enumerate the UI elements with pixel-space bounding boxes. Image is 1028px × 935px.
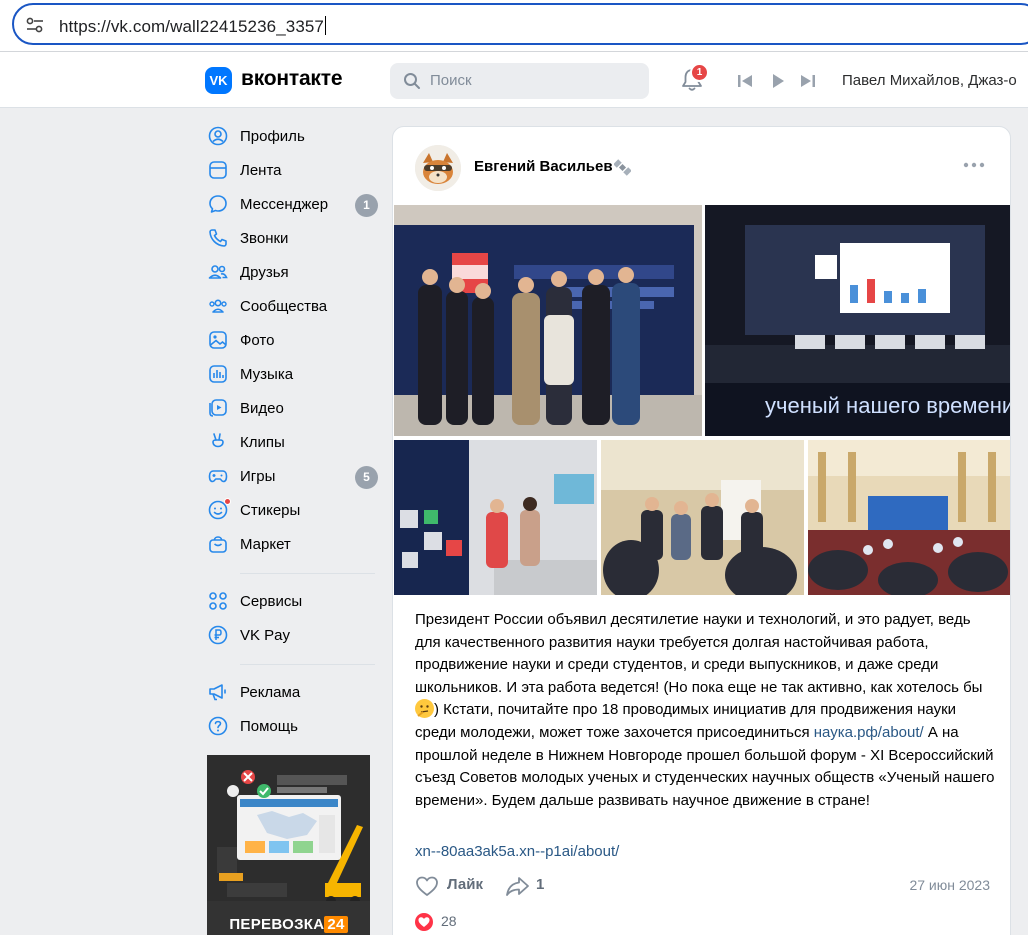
search-input[interactable]: Поиск (390, 63, 649, 99)
clips-icon (212, 433, 224, 448)
post-actions: Лайк 1 27 июн 2023 (415, 872, 990, 900)
ad-brand-text: ПЕРЕВОЗКА 24 (207, 916, 370, 933)
vk-logo-icon[interactable]: VK (205, 67, 232, 94)
sidebar-item-profile[interactable]: Профиль (200, 120, 380, 154)
ads-icon (209, 684, 226, 701)
sidebar-item-communities[interactable]: Сообщества (200, 290, 380, 324)
sidebar-item-label: Сообщества (240, 298, 328, 315)
author-avatar[interactable] (415, 145, 461, 191)
sidebar-item-video[interactable]: Видео (200, 392, 380, 426)
profile-icon (208, 126, 228, 146)
sidebar-item-label: Фото (240, 332, 275, 349)
reactions-count: 28 (441, 913, 457, 929)
post-date[interactable]: 27 июн 2023 (909, 877, 990, 893)
sidebar-item-services[interactable]: Сервисы (200, 585, 380, 619)
sidebar-item-label: Профиль (240, 128, 305, 145)
sidebar-ad-banner[interactable]: ПЕРЕВОЗКА 24 (207, 755, 370, 935)
sidebar-item-label: Лента (240, 162, 282, 179)
url-text[interactable]: https://vk.com/wall22415236_3357 (59, 16, 326, 37)
sidebar-item-market[interactable]: Маркет (200, 528, 380, 562)
vk-header: VK вконтакте Поиск 1 Павел Михайлов, Джа… (0, 52, 1028, 108)
address-bar[interactable]: https://vk.com/wall22415236_3357 (12, 3, 1028, 45)
sidebar-item-calls[interactable]: Звонки (200, 222, 380, 256)
sidebar-item-help[interactable]: Помощь (200, 710, 380, 744)
photo-icon (209, 331, 227, 349)
music-icon (209, 365, 227, 383)
post-more-options-icon[interactable] (963, 161, 985, 169)
sidebar-item-stickers[interactable]: Стикеры (200, 494, 380, 528)
post-photo-hall[interactable] (808, 440, 1010, 595)
next-track-icon[interactable] (799, 73, 817, 89)
punycode-link[interactable]: xn--80aa3ak5a.xn--p1ai/about/ (415, 843, 619, 860)
sidebar-item-label: Музыка (240, 366, 294, 383)
sidebar-divider (240, 573, 375, 574)
now-playing-track[interactable]: Павел Михайлов, Джаз-о (842, 72, 1017, 89)
post-photo-interview[interactable] (394, 440, 597, 595)
sidebar-item-label: Мессенджер (240, 196, 329, 213)
messenger-icon (209, 195, 227, 213)
post-author-name[interactable]: Евгений Васильев (474, 158, 613, 175)
sidebar-item-ads[interactable]: Реклама (200, 676, 380, 710)
post-photo-group[interactable] (394, 205, 702, 436)
sidebar-divider (240, 664, 375, 665)
phone-icon (209, 229, 227, 247)
share-count[interactable]: 1 (536, 876, 544, 893)
sidebar-item-label: Маркет (240, 536, 291, 553)
sidebar-item-label: Игры (240, 468, 276, 485)
sidebar-nav: Профиль Лента Мессенджер 1 Звонки Друзья… (200, 120, 380, 744)
play-icon[interactable] (769, 73, 787, 89)
sidebar-item-friends[interactable]: Друзья (200, 256, 380, 290)
games-count-badge: 5 (355, 466, 378, 489)
satellite-icon (614, 159, 631, 176)
sidebar-item-label: Друзья (240, 264, 289, 281)
sidebar-item-label: VK Pay (240, 627, 291, 644)
communities-icon (209, 299, 227, 313)
sidebar-item-label: Стикеры (240, 502, 301, 519)
post-text: Президент России объявил десятилетие нау… (415, 611, 995, 809)
post-photo-stage[interactable]: ученый нашего времени (705, 205, 1011, 436)
nauka-rf-link[interactable]: наука.рф/about/ (814, 724, 924, 741)
sidebar-item-clips[interactable]: Клипы (200, 426, 380, 460)
sidebar-item-label: Видео (240, 400, 284, 417)
market-icon (209, 536, 227, 553)
sidebar-item-label: Клипы (240, 434, 285, 451)
heart-reaction-icon (415, 913, 433, 931)
messenger-count-badge: 1 (355, 194, 378, 217)
sidebar-item-feed[interactable]: Лента (200, 154, 380, 188)
wall-post: Евгений Васильев ученый нашего времени П… (392, 126, 1011, 935)
post-reactions[interactable]: 28 (415, 911, 615, 933)
sidebar-item-label: Сервисы (240, 593, 303, 610)
sidebar-item-label: Звонки (240, 230, 289, 247)
notifications-badge: 1 (690, 63, 709, 82)
sidebar-item-label: Помощь (240, 718, 298, 735)
share-icon[interactable] (505, 875, 530, 897)
previous-track-icon[interactable] (736, 73, 754, 89)
video-icon (209, 399, 227, 417)
vk-wordmark[interactable]: вконтакте (241, 67, 342, 91)
search-icon (404, 73, 420, 89)
sidebar-item-label: Реклама (240, 684, 301, 701)
vkpay-icon (208, 625, 228, 645)
post-photo-workshop[interactable] (601, 440, 804, 595)
friends-icon (208, 265, 228, 279)
search-placeholder: Поиск (430, 72, 472, 89)
like-button[interactable]: Лайк (447, 876, 483, 893)
browser-toolbar: https://vk.com/wall22415236_3357 (0, 0, 1028, 52)
sidebar-item-photo[interactable]: Фото (200, 324, 380, 358)
heart-icon[interactable] (415, 875, 439, 897)
stickers-new-dot (224, 498, 231, 505)
games-icon (208, 470, 228, 483)
stage-banner-text: ученый нашего времени (765, 393, 1011, 418)
help-icon (208, 716, 228, 736)
ad-illustration (207, 755, 370, 935)
sidebar-item-messenger[interactable]: Мессенджер 1 (200, 188, 380, 222)
site-settings-icon[interactable] (26, 17, 44, 33)
services-icon (209, 592, 227, 610)
sidebar-item-games[interactable]: Игры 5 (200, 460, 380, 494)
feed-icon (209, 161, 227, 179)
avatar-fox-image (415, 145, 461, 191)
thinking-emoji-icon (415, 699, 434, 719)
sidebar-item-vkpay[interactable]: VK Pay (200, 619, 380, 653)
sidebar-item-music[interactable]: Музыка (200, 358, 380, 392)
